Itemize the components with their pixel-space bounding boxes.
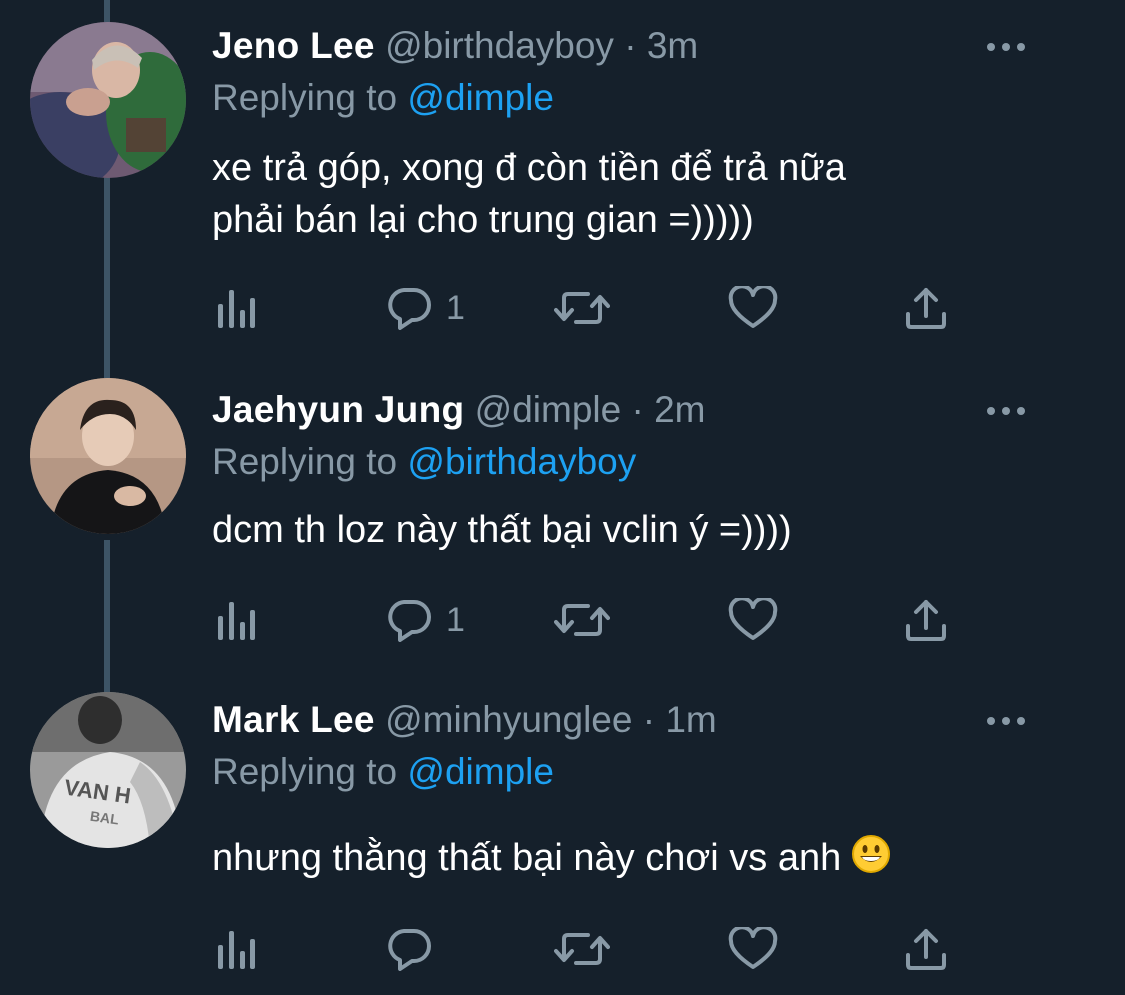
retweet-arrows-icon	[554, 933, 610, 965]
replying-to-label: Replying to	[212, 77, 398, 118]
tweet[interactable]: Jaehyun Jung @dimple · 2m Replying to @b…	[0, 362, 1125, 674]
share-upload-icon	[906, 288, 946, 329]
more-dots-icon[interactable]	[987, 711, 1027, 731]
avatar[interactable]	[30, 378, 186, 534]
reply-count: 1	[446, 288, 465, 327]
retweet-arrows-icon	[554, 604, 610, 636]
avatar[interactable]: VAN H BAL	[30, 692, 186, 848]
user-handle[interactable]: @birthdayboy	[385, 25, 614, 66]
user-handle[interactable]: @dimple	[475, 389, 622, 430]
more-dots-icon[interactable]	[987, 37, 1027, 57]
tweet-header: Mark Lee @minhyunglee · 1m	[212, 696, 717, 744]
tweet-actions: 1	[212, 595, 972, 645]
tweet-actions: 1	[212, 283, 972, 333]
reply-button[interactable]: 1	[386, 595, 465, 645]
reply-button[interactable]: 1	[386, 283, 465, 333]
retweet-button[interactable]	[554, 924, 610, 974]
timestamp[interactable]: 2m	[654, 389, 705, 430]
retweet-button[interactable]	[554, 595, 610, 645]
user-handle[interactable]: @minhyunglee	[385, 699, 632, 740]
timestamp[interactable]: 3m	[647, 25, 698, 66]
display-name[interactable]: Jeno Lee	[212, 25, 375, 66]
tweet-text-line: phải bán lại cho trung gian =)))))	[212, 199, 754, 241]
replying-to-line: Replying to @dimple	[212, 74, 554, 122]
analytics-button[interactable]	[216, 924, 256, 974]
reply-count: 1	[446, 600, 465, 639]
share-upload-icon	[906, 929, 946, 970]
replying-to-mention[interactable]: @dimple	[407, 77, 554, 118]
like-button[interactable]	[728, 283, 778, 333]
share-button[interactable]	[904, 595, 948, 645]
tweet-text: xe trả góp, xong đ còn tiền để trả nữa p…	[212, 142, 1032, 246]
analytics-button[interactable]	[216, 595, 256, 645]
tweet-text-line: xe trả góp, xong đ còn tiền để trả nữa	[212, 147, 846, 189]
avatar[interactable]	[30, 22, 186, 178]
retweet-arrows-icon	[554, 292, 610, 324]
replying-to-line: Replying to @dimple	[212, 748, 554, 796]
tweet-text: nhưng thằng thất bại này chơi vs anh	[212, 832, 1032, 884]
tweet-header: Jeno Lee @birthdayboy · 3m	[212, 22, 698, 70]
bar-chart-icon	[218, 290, 255, 328]
separator-dot: ·	[631, 389, 644, 430]
tweet-text: dcm th loz này thất bại vclin ý =))))	[212, 504, 1032, 556]
bar-chart-icon	[218, 931, 255, 969]
replying-to-label: Replying to	[212, 441, 398, 482]
separator-dot: ·	[624, 25, 637, 66]
tweet[interactable]: Jeno Lee @birthdayboy · 3m Replying to @…	[0, 0, 1125, 362]
more-dots-icon[interactable]	[987, 401, 1027, 421]
separator-dot: ·	[642, 699, 656, 740]
bar-chart-icon	[218, 602, 255, 640]
share-upload-icon	[906, 600, 946, 641]
tweet-actions	[212, 924, 972, 974]
replying-to-label: Replying to	[212, 751, 398, 792]
grinning-face-emoji	[852, 835, 891, 873]
timestamp[interactable]: 1m	[665, 699, 716, 740]
share-button[interactable]	[904, 924, 948, 974]
tweet-header: Jaehyun Jung @dimple · 2m	[212, 386, 706, 434]
display-name[interactable]: Mark Lee	[212, 699, 375, 740]
replying-to-mention[interactable]: @birthdayboy	[407, 441, 636, 482]
like-button[interactable]	[728, 595, 778, 645]
speech-bubble-icon	[388, 929, 431, 971]
heart-icon	[728, 927, 778, 969]
heart-icon	[728, 598, 778, 640]
display-name[interactable]: Jaehyun Jung	[212, 389, 464, 430]
like-button[interactable]	[728, 924, 778, 974]
replying-to-line: Replying to @birthdayboy	[212, 438, 636, 486]
replying-to-mention[interactable]: @dimple	[407, 751, 554, 792]
retweet-button[interactable]	[554, 283, 610, 333]
tweet-text-line: nhưng thằng thất bại này chơi vs anh	[212, 837, 842, 879]
speech-bubble-icon	[388, 288, 431, 330]
speech-bubble-icon	[388, 600, 431, 642]
reply-button[interactable]	[386, 924, 446, 974]
share-button[interactable]	[904, 283, 948, 333]
heart-icon	[728, 286, 778, 328]
tweet-text-line: dcm th loz này thất bại vclin ý =))))	[212, 509, 792, 551]
analytics-button[interactable]	[216, 283, 256, 333]
tweet[interactable]: VAN H BAL Mark Lee @minhyunglee · 1m Rep…	[0, 674, 1125, 995]
